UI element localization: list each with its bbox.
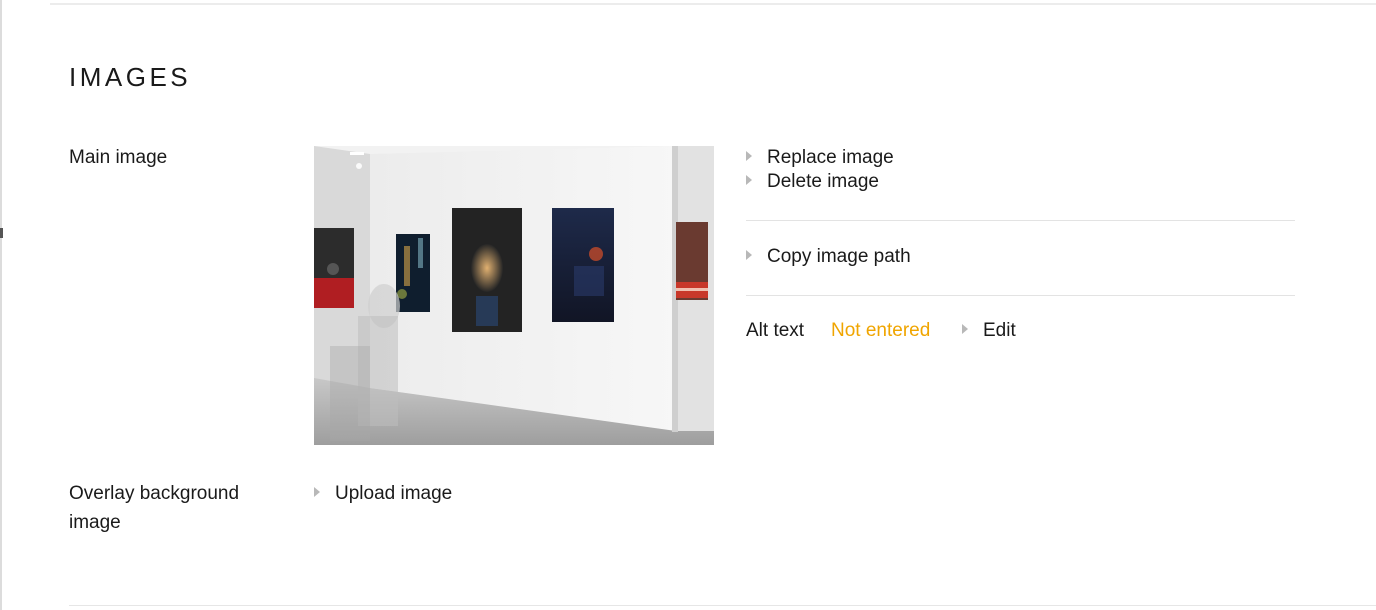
left-panel-edge-handle[interactable] xyxy=(0,228,3,238)
upload-image-link[interactable]: Upload image xyxy=(314,483,452,505)
overlay-background-image-label: Overlay background image xyxy=(69,483,240,533)
section-title: IMAGES xyxy=(69,62,192,92)
alt-text-label: Alt text xyxy=(746,320,805,341)
bottom-divider xyxy=(69,605,1376,606)
replace-image-link[interactable]: Replace image xyxy=(746,147,894,169)
arrow-right-icon xyxy=(746,175,752,185)
copy-image-path-link[interactable]: Copy image path xyxy=(746,246,911,268)
left-panel-edge xyxy=(0,0,2,610)
alt-text-status: Not entered xyxy=(831,320,931,341)
main-image-preview xyxy=(314,146,714,445)
edit-alt-text-link[interactable]: Edit xyxy=(962,320,1016,342)
arrow-right-icon xyxy=(314,487,320,497)
delete-image-label: Delete image xyxy=(767,171,879,192)
top-divider xyxy=(50,3,1376,5)
arrow-right-icon xyxy=(746,250,752,260)
arrow-right-icon xyxy=(746,151,752,161)
upload-image-label: Upload image xyxy=(335,483,453,504)
edit-alt-text-label: Edit xyxy=(983,320,1016,341)
divider xyxy=(746,220,1295,221)
delete-image-link[interactable]: Delete image xyxy=(746,171,879,193)
replace-image-label: Replace image xyxy=(767,147,894,168)
gallery-photo xyxy=(314,146,714,445)
arrow-right-icon xyxy=(962,324,968,334)
main-image-label: Main image xyxy=(69,147,168,168)
divider xyxy=(746,295,1295,296)
copy-image-path-label: Copy image path xyxy=(767,246,911,267)
